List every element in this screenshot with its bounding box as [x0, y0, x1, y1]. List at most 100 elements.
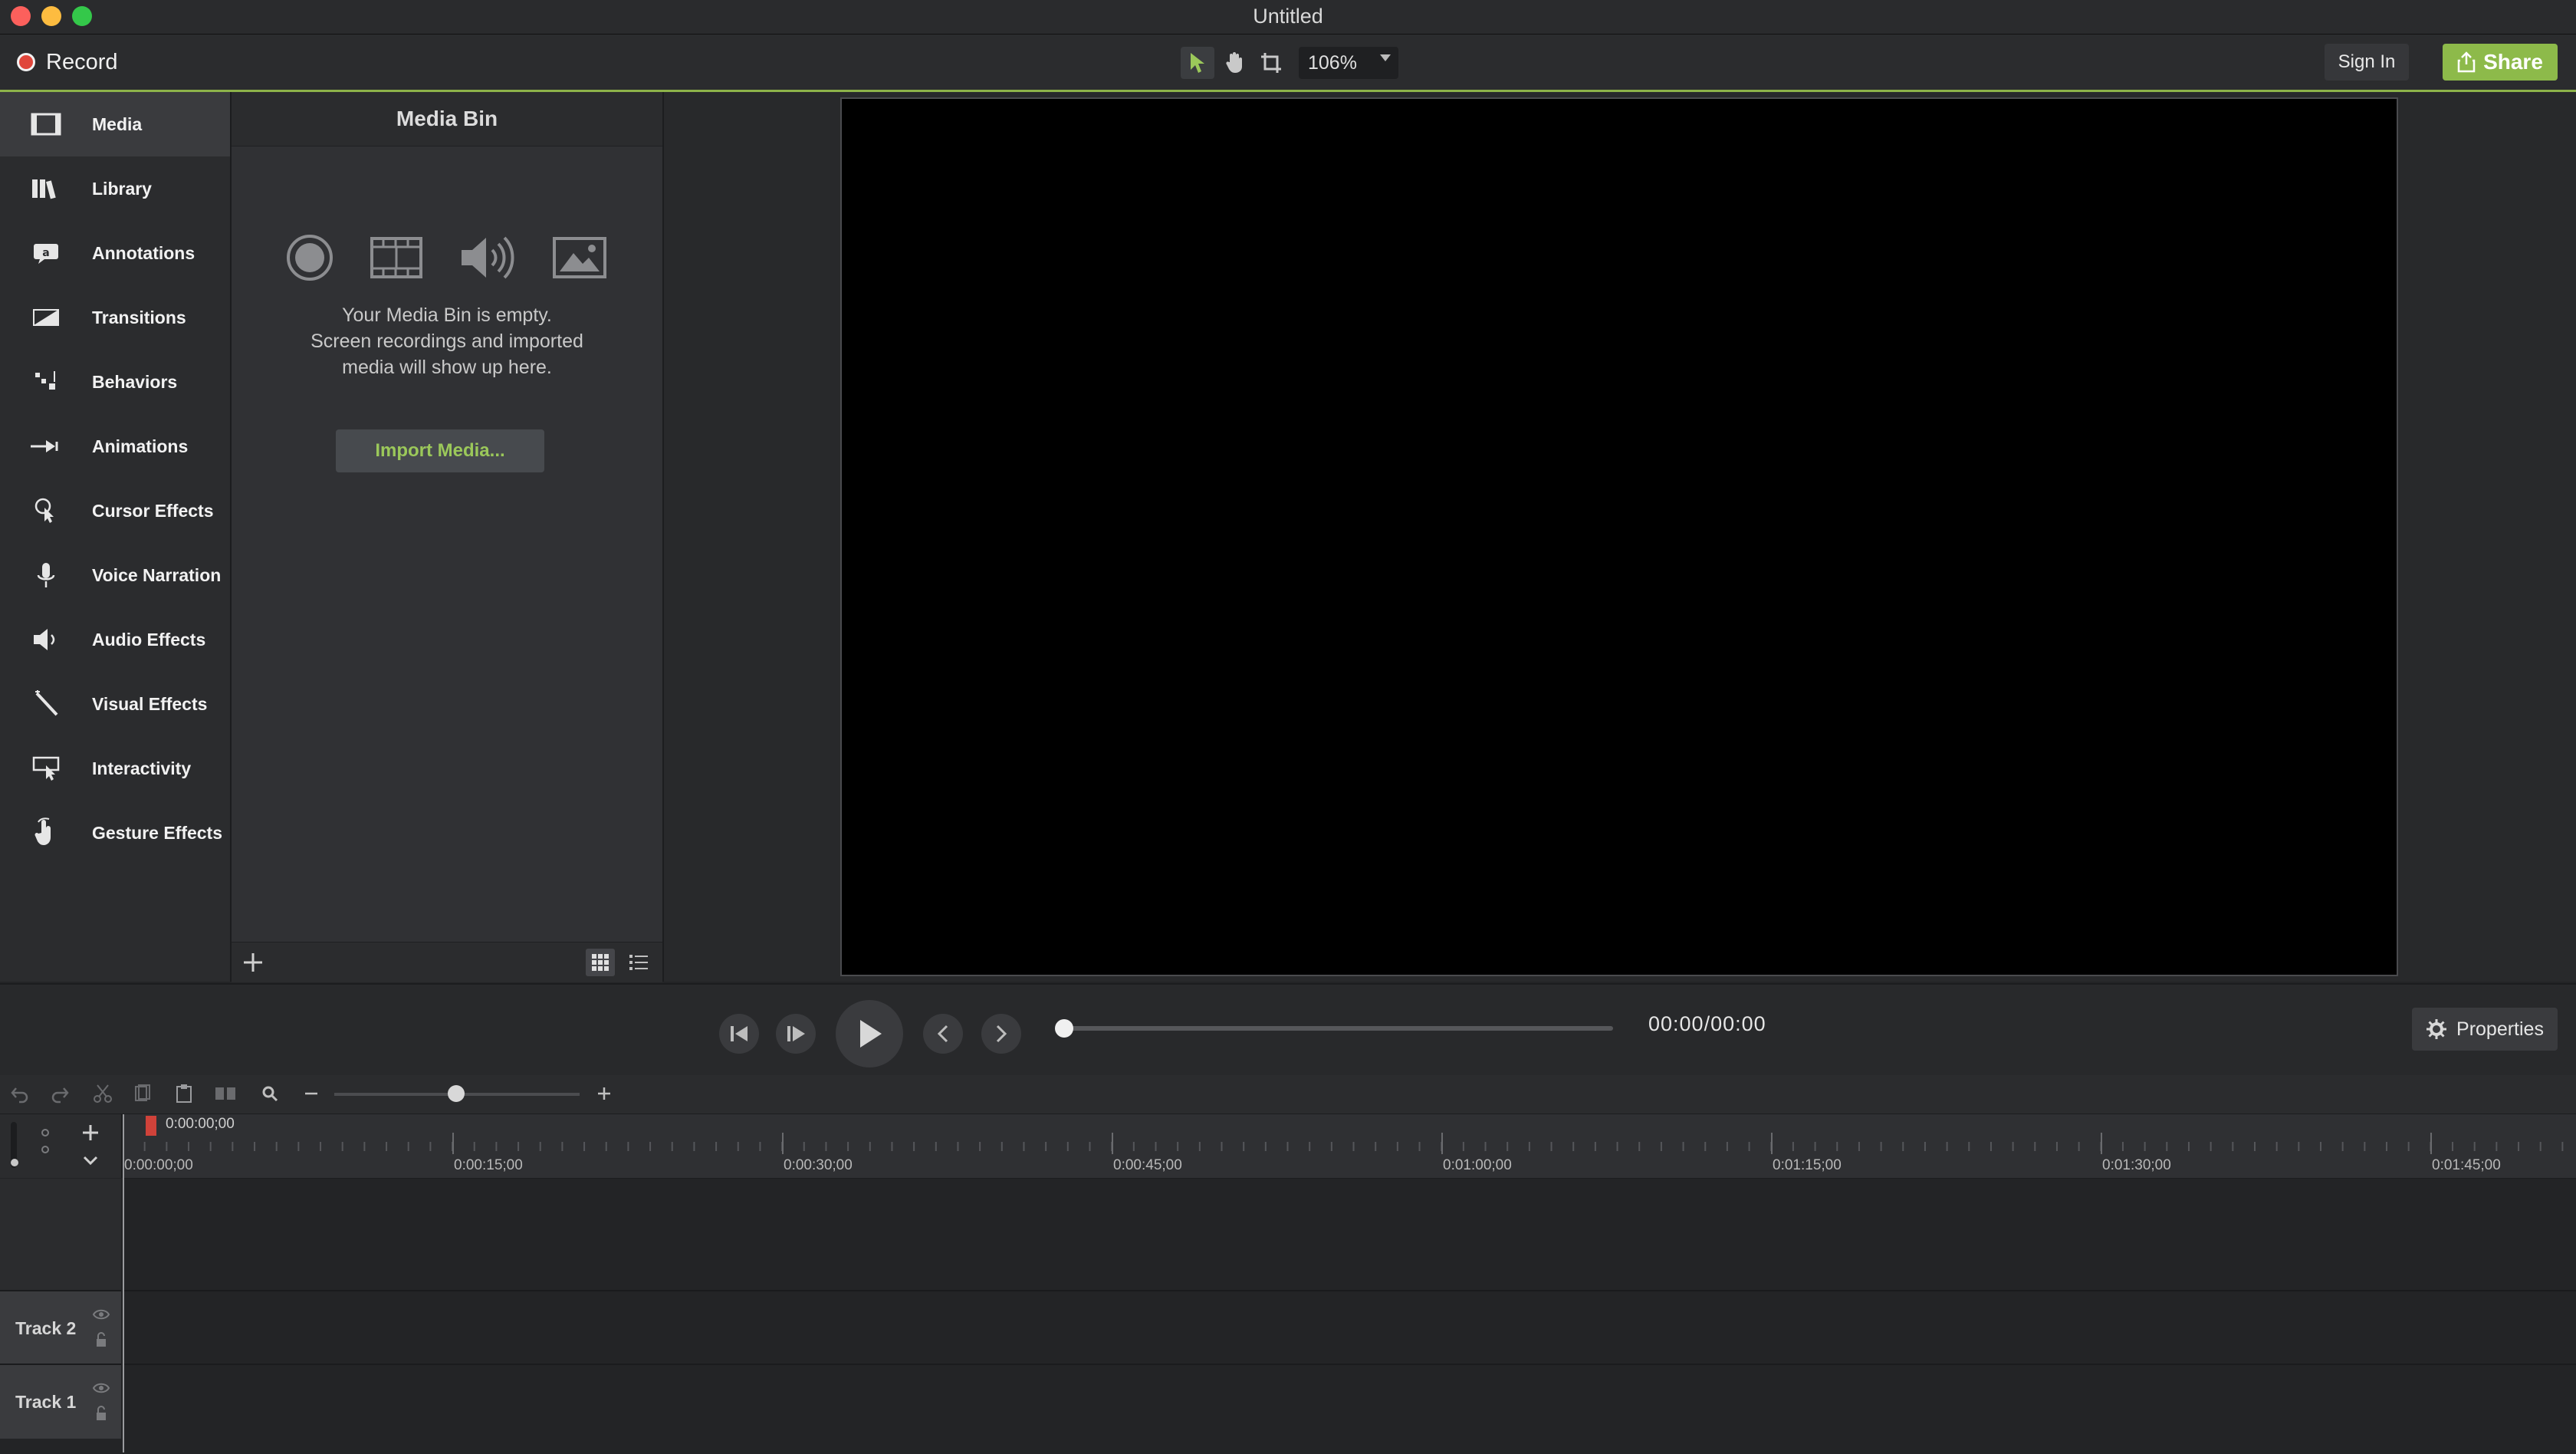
playhead-line[interactable] — [123, 1114, 124, 1452]
ruler-label: 0:01:00;00 — [1443, 1157, 1512, 1173]
hand-gesture-icon — [34, 817, 51, 845]
play-button[interactable] — [836, 1000, 903, 1067]
sidebar-item-gesture-effects[interactable]: Gesture Effects — [0, 801, 230, 865]
zoom-level-dropdown[interactable]: 106% — [1299, 47, 1398, 79]
track-size-toggle[interactable] — [38, 1127, 52, 1161]
sidebar-item-label: Interactivity — [92, 758, 192, 778]
zoom-out-button[interactable] — [299, 1081, 324, 1106]
step-forward-button[interactable] — [776, 1014, 816, 1054]
undo-icon — [11, 1087, 28, 1104]
sidebar-item-animations[interactable]: Animations — [0, 414, 230, 479]
sidebar-item-label: Animations — [92, 436, 189, 456]
eye-icon[interactable] — [92, 1382, 110, 1394]
sidebar-item-visual-effects[interactable]: Visual Effects — [0, 672, 230, 736]
track-header-2[interactable]: Track 2 — [0, 1290, 121, 1365]
empty-state-message: Your Media Bin is empty. Screen recordin… — [247, 302, 647, 380]
crop-icon — [1261, 53, 1281, 73]
speaker-icon — [34, 629, 55, 650]
pan-tool-button[interactable] — [1217, 47, 1251, 79]
zoom-level-value: 106% — [1308, 51, 1357, 74]
undo-button[interactable] — [8, 1081, 32, 1106]
lock-icon[interactable] — [94, 1331, 108, 1348]
audio-icon — [462, 236, 514, 279]
media-bin-title: Media Bin — [232, 92, 662, 146]
sidebar-item-behaviors[interactable]: Behaviors — [0, 350, 230, 414]
media-icon — [31, 113, 61, 136]
sidebar-item-label: Cursor Effects — [92, 500, 214, 521]
minus-icon — [305, 1092, 317, 1095]
timeline-height-handle[interactable] — [11, 1159, 18, 1166]
track-options-button[interactable] — [80, 1151, 104, 1174]
ruler-major-tick — [2101, 1133, 2102, 1154]
split-button[interactable] — [213, 1081, 238, 1106]
sidebar-item-cursor-effects[interactable]: Cursor Effects — [0, 479, 230, 543]
track-header-1[interactable]: Track 1 — [0, 1364, 121, 1439]
plus-icon — [83, 1125, 98, 1140]
ruler-major-tick — [1771, 1133, 1773, 1154]
track-lane-1[interactable] — [123, 1364, 2576, 1454]
ruler-label: 0:00:45;00 — [1113, 1157, 1182, 1173]
sidebar-item-label: Voice Narration — [92, 564, 222, 585]
title-bar: Untitled — [0, 0, 2576, 35]
share-button[interactable]: Share — [2443, 44, 2558, 81]
track-header-spacer — [0, 1179, 121, 1290]
select-tool-button[interactable] — [1181, 47, 1214, 79]
timeline-ruler[interactable]: 0:00:00;00 0:00:15;00 0:00:30;00 0:00:45… — [123, 1114, 2576, 1179]
eye-icon[interactable] — [92, 1308, 110, 1321]
cut-button[interactable] — [90, 1081, 115, 1106]
previous-marker-button[interactable] — [923, 1014, 963, 1054]
redo-button[interactable] — [48, 1081, 72, 1106]
copy-icon — [135, 1084, 150, 1101]
sign-in-button[interactable]: Sign In — [2325, 44, 2409, 81]
scissors-icon — [94, 1084, 112, 1103]
sidebar-item-label: Visual Effects — [92, 693, 208, 714]
redo-icon — [51, 1087, 69, 1104]
sidebar-item-audio-effects[interactable]: Audio Effects — [0, 607, 230, 672]
properties-button[interactable]: Properties — [2412, 1008, 2558, 1051]
sidebar-item-voice-narration[interactable]: Voice Narration — [0, 543, 230, 607]
record-button[interactable]: Record — [17, 44, 118, 81]
next-marker-button[interactable] — [981, 1014, 1021, 1054]
scrubber-handle[interactable] — [1055, 1019, 1073, 1038]
ruler-major-tick — [2430, 1133, 2432, 1154]
ruler-label: 0:00:30;00 — [784, 1157, 853, 1173]
sidebar-item-transitions[interactable]: Transitions — [0, 285, 230, 350]
list-view-button[interactable] — [624, 949, 653, 976]
ruler-label: 0:00:00;00 — [124, 1157, 193, 1173]
timeline-zoom-button[interactable] — [258, 1081, 282, 1106]
sidebar-item-label: Transitions — [92, 307, 186, 327]
share-label: Share — [2483, 50, 2543, 74]
magnifier-icon — [41, 1129, 49, 1153]
paste-button[interactable] — [172, 1081, 196, 1106]
add-track-button[interactable] — [80, 1122, 104, 1146]
ruler-major-tick — [782, 1133, 784, 1154]
zoom-in-button[interactable] — [592, 1081, 616, 1106]
grid-view-button[interactable] — [586, 949, 615, 976]
grid-icon — [592, 954, 609, 971]
add-bin-button[interactable] — [241, 950, 265, 975]
crop-tool-button[interactable] — [1254, 47, 1288, 79]
step-back-button[interactable] — [719, 1014, 759, 1054]
copy-button[interactable] — [130, 1081, 155, 1106]
track-lane-2[interactable] — [123, 1290, 2576, 1365]
hand-icon — [1226, 52, 1242, 73]
empty-line-3: media will show up here. — [342, 357, 552, 378]
tools-sidebar: Media Library a Annotations Transitions … — [0, 92, 232, 982]
timeline-tracks[interactable] — [123, 1179, 2576, 1452]
sidebar-item-annotations[interactable]: a Annotations — [0, 221, 230, 285]
arrow-pointer-icon — [1191, 53, 1204, 73]
playback-scrubber[interactable] — [1061, 1026, 1613, 1031]
import-media-button[interactable]: Import Media... — [336, 429, 544, 472]
ruler-major-tick — [1112, 1133, 1113, 1154]
sidebar-item-library[interactable]: Library — [0, 156, 230, 221]
lock-icon[interactable] — [94, 1405, 108, 1422]
sidebar-item-interactivity[interactable]: Interactivity — [0, 736, 230, 801]
playhead-handle[interactable] — [146, 1116, 156, 1136]
cursor-effects-icon — [34, 498, 54, 523]
ruler-label: 0:00:15;00 — [454, 1157, 523, 1173]
empty-line-1: Your Media Bin is empty. — [342, 304, 552, 326]
video-canvas[interactable] — [840, 97, 2398, 976]
timeline-zoom-handle[interactable] — [448, 1085, 465, 1102]
sidebar-item-media[interactable]: Media — [0, 92, 230, 156]
gear-icon — [2426, 1019, 2447, 1039]
